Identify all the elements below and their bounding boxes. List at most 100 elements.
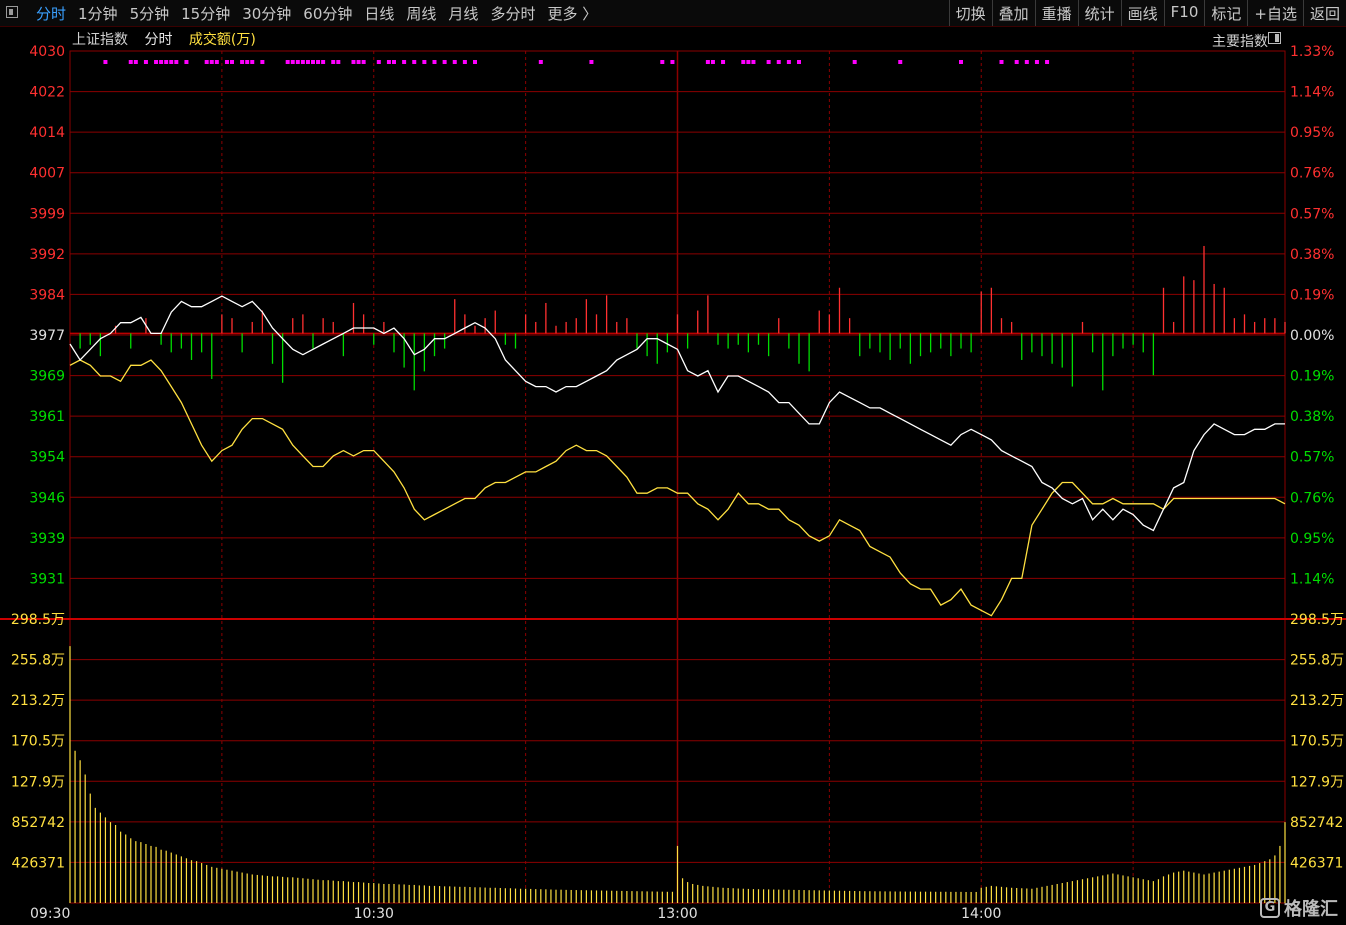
price-tick-label: 3999: [29, 206, 65, 222]
pct-tick-label: 1.33%: [1290, 44, 1334, 60]
signal-marker: [422, 60, 427, 64]
signal-marker: [751, 60, 756, 64]
signal-marker: [356, 60, 361, 64]
price-tick-label: 3992: [29, 247, 65, 263]
signal-marker: [321, 60, 326, 64]
price-tick-label: 3946: [29, 490, 65, 506]
signal-marker: [776, 60, 781, 64]
price-tick-label: 4030: [29, 44, 65, 60]
price-tick-label: 4014: [29, 125, 65, 141]
signal-marker: [240, 60, 245, 64]
signal-marker: [412, 60, 417, 64]
signal-marker: [710, 60, 715, 64]
signal-marker: [898, 60, 903, 64]
signal-marker: [1024, 60, 1029, 64]
pct-tick-label: 0.76%: [1290, 166, 1334, 182]
signal-marker: [462, 60, 467, 64]
signal-marker: [376, 60, 381, 64]
signal-marker: [174, 60, 179, 64]
signal-marker: [336, 60, 341, 64]
signal-marker: [143, 60, 148, 64]
volume-tick-label-right: 852742: [1290, 815, 1343, 831]
signal-marker: [852, 60, 857, 64]
signal-marker: [361, 60, 366, 64]
volume-tick-label-right: 127.9万: [1290, 774, 1344, 790]
signal-marker: [164, 60, 169, 64]
volume-tick-label: 298.5万: [11, 612, 65, 628]
signal-marker: [442, 60, 447, 64]
signal-marker: [721, 60, 726, 64]
volume-tick-label: 255.8万: [11, 653, 65, 669]
pct-tick-label: 0.38%: [1290, 247, 1334, 263]
volume-tick-label: 170.5万: [11, 734, 65, 750]
time-tick-label: 14:00: [961, 906, 1001, 922]
signal-marker: [746, 60, 751, 64]
pct-tick-label: 0.76%: [1290, 490, 1334, 506]
signal-marker: [128, 60, 133, 64]
signal-marker: [1034, 60, 1039, 64]
volume-tick-label: 426371: [12, 855, 65, 871]
signal-marker: [797, 60, 801, 64]
watermark: G 格隆汇: [1260, 895, 1338, 921]
volume-tick-label: 127.9万: [11, 774, 65, 790]
signal-marker: [133, 60, 138, 64]
signal-marker: [351, 60, 356, 64]
pct-tick-label: 1.14%: [1290, 85, 1334, 101]
pct-tick-label: 1.14%: [1290, 571, 1334, 587]
signal-marker: [786, 60, 791, 64]
signal-marker: [959, 60, 963, 64]
signal-marker: [260, 60, 265, 64]
signal-marker: [589, 60, 594, 64]
signal-marker: [214, 60, 219, 64]
volume-tick-label: 213.2万: [11, 693, 65, 709]
watermark-text: 格隆汇: [1284, 899, 1338, 920]
signal-marker: [473, 60, 477, 64]
signal-marker: [392, 60, 396, 64]
signal-marker: [1014, 60, 1019, 64]
price-tick-label: 3977: [29, 328, 65, 344]
signal-marker: [184, 60, 189, 64]
logo-icon: G: [1260, 898, 1280, 918]
time-tick-label: 13:00: [657, 906, 697, 922]
signal-marker: [300, 60, 305, 64]
signal-marker: [103, 60, 108, 64]
time-tick-label: 09:30: [30, 906, 70, 922]
signal-marker: [1045, 60, 1050, 64]
price-tick-label: 3969: [29, 369, 65, 385]
signal-marker: [204, 60, 209, 64]
signal-marker: [245, 60, 250, 64]
price-tick-label: 3961: [29, 409, 65, 425]
signal-marker: [169, 60, 174, 64]
volume-tick-label-right: 298.5万: [1290, 612, 1344, 628]
signal-marker: [295, 60, 300, 64]
signal-marker: [741, 60, 746, 64]
signal-marker: [386, 60, 391, 64]
signal-marker: [285, 60, 290, 64]
signal-marker: [316, 60, 321, 64]
price-tick-label: 3954: [29, 450, 65, 466]
signal-marker: [154, 60, 159, 64]
pct-tick-label: 0.19%: [1290, 369, 1334, 385]
price-tick-label: 3984: [29, 287, 65, 303]
pct-tick-label: 0.57%: [1290, 450, 1334, 466]
volume-tick-label: 852742: [12, 815, 65, 831]
signal-marker: [999, 60, 1004, 64]
price-tick-label: 4007: [29, 166, 65, 182]
time-tick-label: 10:30: [354, 906, 394, 922]
volume-tick-label-right: 213.2万: [1290, 693, 1344, 709]
volume-tick-label-right: 255.8万: [1290, 653, 1344, 669]
pct-tick-label: 0.00%: [1290, 328, 1334, 344]
price-tick-label: 3939: [29, 531, 65, 547]
signal-marker: [250, 60, 255, 64]
price-tick-label: 4022: [29, 85, 65, 101]
signal-marker: [705, 60, 710, 64]
pct-tick-label: 0.57%: [1290, 206, 1334, 222]
price-tick-label: 3931: [29, 571, 65, 587]
volume-tick-label-right: 426371: [1290, 855, 1343, 871]
pct-tick-label: 0.19%: [1290, 287, 1334, 303]
signal-marker: [311, 60, 315, 64]
signal-marker: [224, 60, 229, 64]
signal-marker: [660, 60, 665, 64]
signal-marker: [209, 60, 214, 64]
signal-marker: [538, 60, 543, 64]
